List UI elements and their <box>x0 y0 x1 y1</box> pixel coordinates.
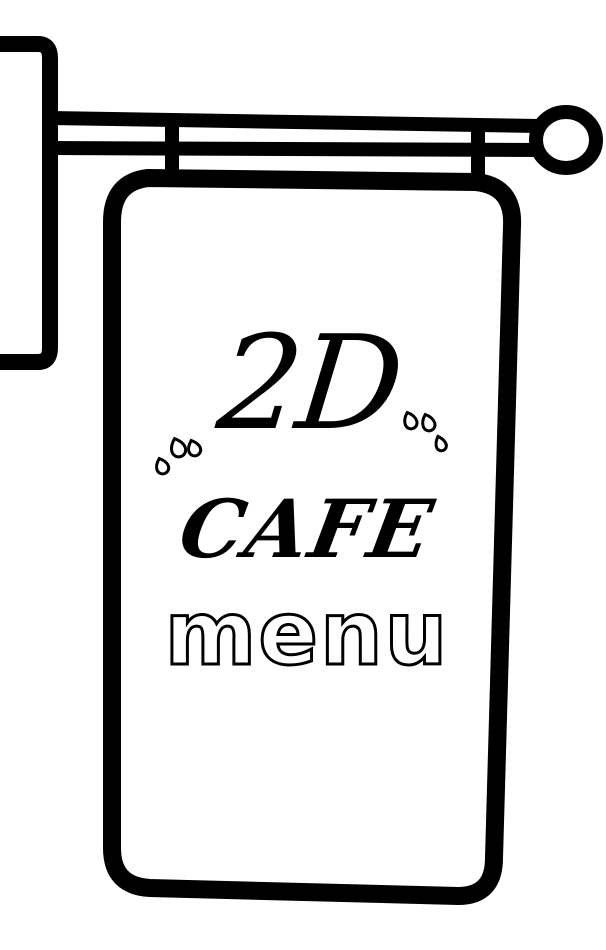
rod-knob <box>529 105 603 175</box>
rod-bottom <box>43 141 547 157</box>
rod-top <box>43 111 547 133</box>
wall-bracket <box>0 36 58 370</box>
sign-drawing <box>0 36 603 905</box>
sign-title-menu: menu <box>163 582 450 685</box>
hanging-sign-illustration: 2D CAFE menu <box>0 0 606 950</box>
sign-title-cafe: CAFE <box>172 482 442 576</box>
sign-title-2d: 2D <box>211 307 407 459</box>
